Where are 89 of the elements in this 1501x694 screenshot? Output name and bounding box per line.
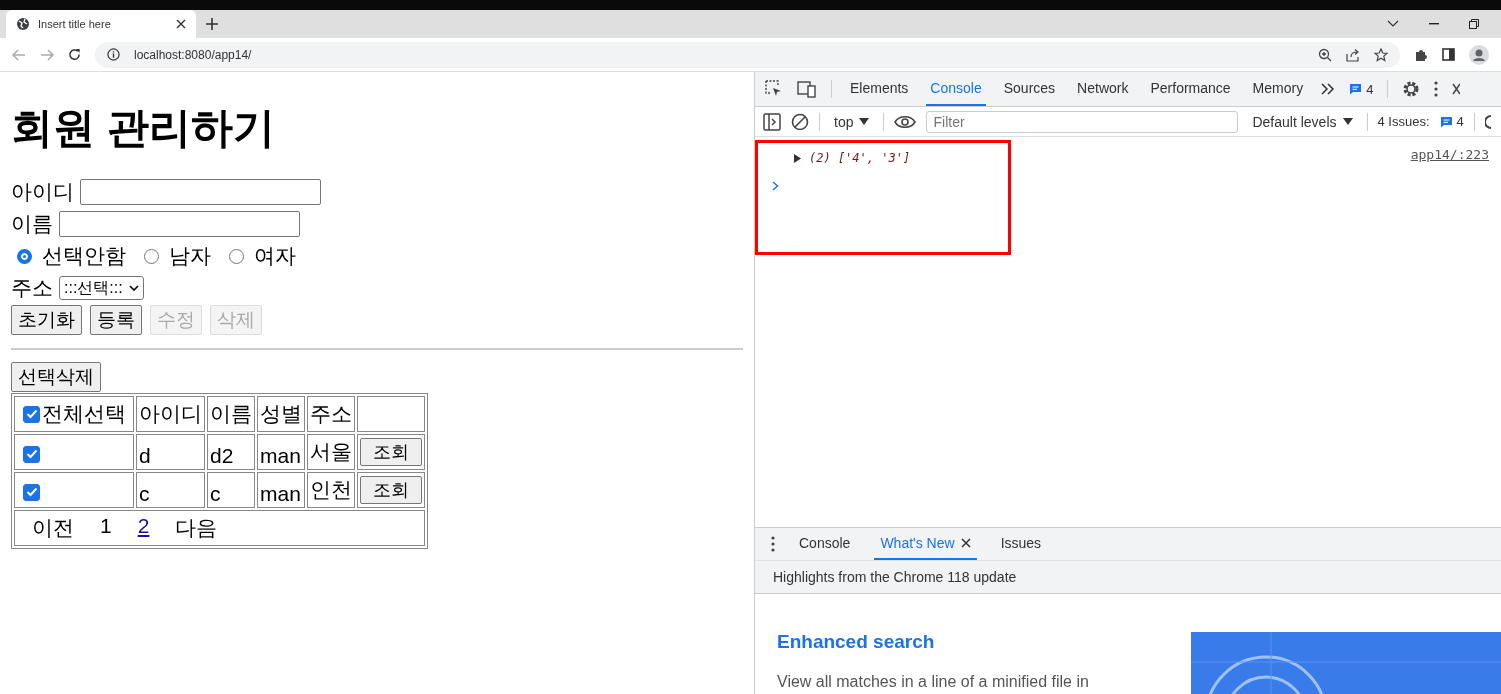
- row-checkbox[interactable]: [23, 483, 40, 501]
- sidebar-toggle-icon[interactable]: [763, 112, 781, 131]
- chevron-down-icon[interactable]: [1387, 20, 1399, 28]
- kebab-menu-icon[interactable]: [1434, 81, 1439, 97]
- table-cell: c: [139, 482, 150, 505]
- view-button[interactable]: 조회: [360, 476, 422, 504]
- form-button[interactable]: 초기화: [11, 305, 82, 335]
- browser-tab[interactable]: Insert title here: [6, 10, 196, 38]
- view-button[interactable]: 조회: [360, 438, 422, 466]
- highlights-text: Highlights from the Chrome 118 update: [755, 560, 1501, 594]
- field-label: 아이디: [11, 179, 74, 205]
- row-checkbox[interactable]: [23, 445, 40, 463]
- expand-triangle-icon[interactable]: [794, 153, 801, 163]
- input-field[interactable]: [59, 211, 300, 237]
- radio-label: 여자: [254, 243, 296, 269]
- devtools-tab[interactable]: Network: [1073, 72, 1133, 106]
- radio-label: 남자: [169, 243, 211, 269]
- chevron-down-icon: [128, 284, 139, 292]
- caret-icon: [859, 118, 870, 125]
- minimize-icon[interactable]: [1429, 23, 1439, 25]
- article-title[interactable]: Enhanced search: [777, 631, 1089, 653]
- page-heading: 회원 관리하기: [11, 103, 276, 153]
- address-bar[interactable]: localhost:8080/app14/: [95, 41, 1400, 68]
- current-page-number: 1: [100, 514, 112, 539]
- column-header: 주소: [310, 402, 352, 425]
- puzzle-icon[interactable]: [1414, 47, 1428, 62]
- clear-console-icon[interactable]: [791, 112, 809, 131]
- column-header: 성별: [260, 402, 302, 425]
- side-panel-icon[interactable]: [1442, 48, 1455, 61]
- close-icon[interactable]: [960, 538, 971, 548]
- column-header: 아이디: [139, 402, 202, 425]
- page-link[interactable]: 2: [137, 514, 150, 542]
- issues-badge[interactable]: 4: [1439, 114, 1464, 129]
- table-cell: man: [260, 444, 301, 467]
- console-log-entry: (2) ['4', '3']: [809, 151, 911, 165]
- settings-icon[interactable]: [1402, 80, 1421, 98]
- kebab-menu-icon[interactable]: [771, 536, 775, 552]
- devtools-tab[interactable]: Sources: [999, 72, 1060, 106]
- table-cell: 인천: [310, 478, 352, 501]
- radio-button[interactable]: [229, 248, 244, 264]
- form-button[interactable]: 등록: [90, 305, 142, 335]
- profile-icon[interactable]: [1469, 44, 1489, 65]
- eye-icon[interactable]: [894, 114, 917, 129]
- radio-button[interactable]: [17, 248, 32, 264]
- filter-field[interactable]: Filter: [926, 110, 1239, 133]
- input-field[interactable]: [80, 179, 321, 205]
- table-cell: c: [210, 482, 221, 505]
- table-cell: d: [139, 444, 151, 467]
- address-dropdown[interactable]: :::선택:::: [59, 276, 144, 300]
- devtools-tab[interactable]: Memory: [1248, 72, 1308, 106]
- caret-icon: [1342, 118, 1353, 125]
- next-page-text: 다음: [175, 515, 218, 541]
- reload-icon[interactable]: [68, 48, 81, 61]
- inspect-icon[interactable]: [765, 80, 783, 98]
- field-label: 이름: [11, 211, 53, 237]
- restore-icon[interactable]: [1469, 19, 1479, 29]
- field-label: 주소: [11, 275, 53, 301]
- star-icon[interactable]: [1374, 47, 1388, 62]
- column-header: 전체선택: [42, 401, 126, 427]
- more-tabs-icon[interactable]: [1321, 83, 1336, 95]
- table-cell: d2: [210, 444, 234, 467]
- select-all-checkbox[interactable]: [23, 405, 40, 423]
- devtools-tab[interactable]: Console: [926, 72, 986, 106]
- delete-selected-button[interactable]: 선택삭제: [11, 362, 101, 392]
- close-icon[interactable]: [1452, 83, 1461, 95]
- context-dropdown[interactable]: top: [830, 113, 874, 130]
- devtools-tab[interactable]: Elements: [846, 72, 913, 106]
- devtools-tab[interactable]: Performance: [1146, 72, 1235, 106]
- prompt-chevron-icon: [772, 181, 779, 191]
- table-cell: man: [260, 482, 301, 505]
- source-link[interactable]: app14/:223: [1410, 147, 1489, 162]
- info-icon: [107, 48, 120, 61]
- device-toolbar-icon[interactable]: [797, 80, 817, 98]
- drawer-tab[interactable]: Console: [793, 528, 857, 560]
- messages-badge[interactable]: 4: [1349, 81, 1374, 97]
- new-tab-icon[interactable]: [206, 18, 218, 30]
- column-header: 이름: [210, 402, 252, 425]
- article-text: View all matches in a line of a minified file in: [777, 673, 1089, 691]
- zoom-icon[interactable]: [1318, 47, 1332, 62]
- radio-label: 선택안함: [42, 243, 126, 269]
- table-cell: 서울: [310, 440, 352, 463]
- radio-button[interactable]: [144, 248, 159, 264]
- prev-page-text: 이전: [32, 515, 74, 541]
- globe-icon: [16, 17, 30, 31]
- drawer-tab[interactable]: Issues: [994, 528, 1048, 560]
- close-icon[interactable]: [176, 19, 186, 29]
- issues-label: 4 Issues:: [1377, 114, 1430, 129]
- log-levels-dropdown[interactable]: Default levels: [1248, 113, 1357, 130]
- share-icon[interactable]: [1346, 47, 1360, 62]
